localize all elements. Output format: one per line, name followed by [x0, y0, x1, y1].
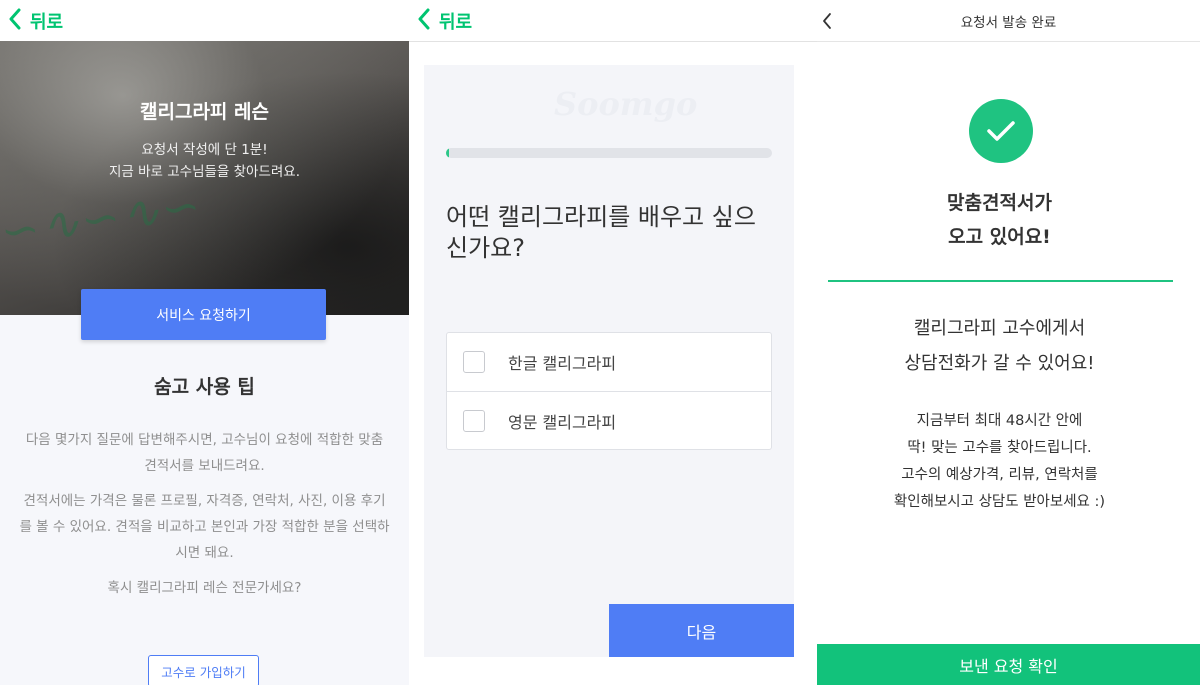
- message-line: 캘리그라피 고수에게서: [913, 318, 1086, 339]
- detail-text: 지금부터 최대 48시간 안에 딱! 맞는 고수를 찾아드립니다. 고수의 예상…: [817, 408, 1182, 516]
- progress-bar: [446, 148, 772, 158]
- check-circle-icon: [969, 99, 1033, 163]
- question-card: Soomgo 어떤 캘리그라피를 배우고 싶으신가요? 한글 캘리그라피 영문 …: [424, 65, 794, 657]
- request-sent-screen: 요청서 발송 완료 맞춤견적서가 오고 있어요! 캘리그라피 고수에게서 상담전…: [817, 0, 1200, 685]
- progress-fill: [446, 148, 450, 158]
- option-label: 영문 캘리그라피: [508, 412, 617, 432]
- option-hangul-calligraphy[interactable]: 한글 캘리그라피: [447, 333, 771, 391]
- headline-line: 오고 있어요!: [948, 226, 1051, 248]
- page-title: 요청서 발송 완료: [960, 14, 1057, 31]
- question-text: 어떤 캘리그라피를 배우고 싶으신가요?: [446, 203, 756, 262]
- divider: [828, 280, 1173, 282]
- checkbox[interactable]: [463, 351, 485, 373]
- tip-text: 혹시 캘리그라피 레슨 전문가세요?: [107, 580, 302, 596]
- detail-line: 확인해보시고 상담도 받아보세요 :): [893, 494, 1106, 510]
- back-label: 뒤로: [30, 11, 64, 33]
- back-label: 뒤로: [439, 11, 473, 33]
- hero-subtitle-line: 지금 바로 고수님들을 찾아드려요.: [108, 164, 301, 180]
- top-bar: 뒤로: [0, 0, 409, 41]
- tips-title: 숨고 사용 팁: [154, 376, 255, 398]
- checkbox[interactable]: [463, 409, 485, 432]
- detail-line: 지금부터 최대 48시간 안에: [916, 413, 1083, 429]
- chevron-left-icon: [417, 8, 431, 34]
- logo-watermark: Soomgo: [554, 85, 698, 123]
- hero-title: 캘리그라피 레슨: [140, 101, 269, 123]
- question-screen: 뒤로 Soomgo 어떤 캘리그라피를 배우고 싶으신가요? 한글 캘리그라피 …: [409, 0, 817, 685]
- hero-subtitle-line: 요청서 작성에 단 1분!: [141, 142, 268, 158]
- top-bar: 요청서 발송 완료: [817, 0, 1200, 42]
- top-bar: 뒤로: [409, 0, 817, 42]
- back-button[interactable]: [821, 12, 833, 34]
- tip-text: 견적서에는 가격은 물론 프로필, 자격증, 연락처, 사진, 이용 후기를 볼…: [19, 493, 390, 561]
- message-line: 상담전화가 갈 수 있어요!: [904, 353, 1095, 374]
- chevron-left-icon: [821, 13, 833, 34]
- detail-line: 고수의 예상가격, 리뷰, 연락처를: [901, 467, 1098, 483]
- back-button[interactable]: 뒤로: [8, 8, 63, 34]
- option-list: 한글 캘리그라피 영문 캘리그라피: [446, 332, 772, 450]
- next-button[interactable]: 다음: [609, 604, 794, 657]
- signup-as-pro-button[interactable]: 고수로 가입하기: [148, 655, 259, 685]
- calligraphy-photo: ∽∿∽∿∽: [0, 177, 206, 259]
- message: 캘리그라피 고수에게서 상담전화가 갈 수 있어요!: [817, 311, 1182, 381]
- headline: 맞춤견적서가 오고 있어요!: [817, 186, 1182, 254]
- hero-subtitle: 요청서 작성에 단 1분! 지금 바로 고수님들을 찾아드려요.: [0, 139, 409, 183]
- detail-line: 딱! 맞는 고수를 찾아드립니다.: [907, 440, 1092, 456]
- headline-line: 맞춤견적서가: [947, 192, 1052, 214]
- view-sent-request-button[interactable]: 보낸 요청 확인: [817, 644, 1200, 685]
- chevron-left-icon: [8, 8, 22, 34]
- option-english-calligraphy[interactable]: 영문 캘리그라피: [447, 391, 771, 449]
- request-service-button[interactable]: 서비스 요청하기: [81, 289, 326, 340]
- tip-text: 다음 몇가지 질문에 답변해주시면, 고수님이 요청에 적합한 맞춤 견적서를 …: [25, 432, 384, 474]
- back-button[interactable]: 뒤로: [417, 8, 472, 34]
- service-intro-screen: 뒤로 ∽∿∽∿∽ 캘리그라피 레슨 요청서 작성에 단 1분! 지금 바로 고수…: [0, 0, 409, 685]
- option-label: 한글 캘리그라피: [508, 354, 617, 373]
